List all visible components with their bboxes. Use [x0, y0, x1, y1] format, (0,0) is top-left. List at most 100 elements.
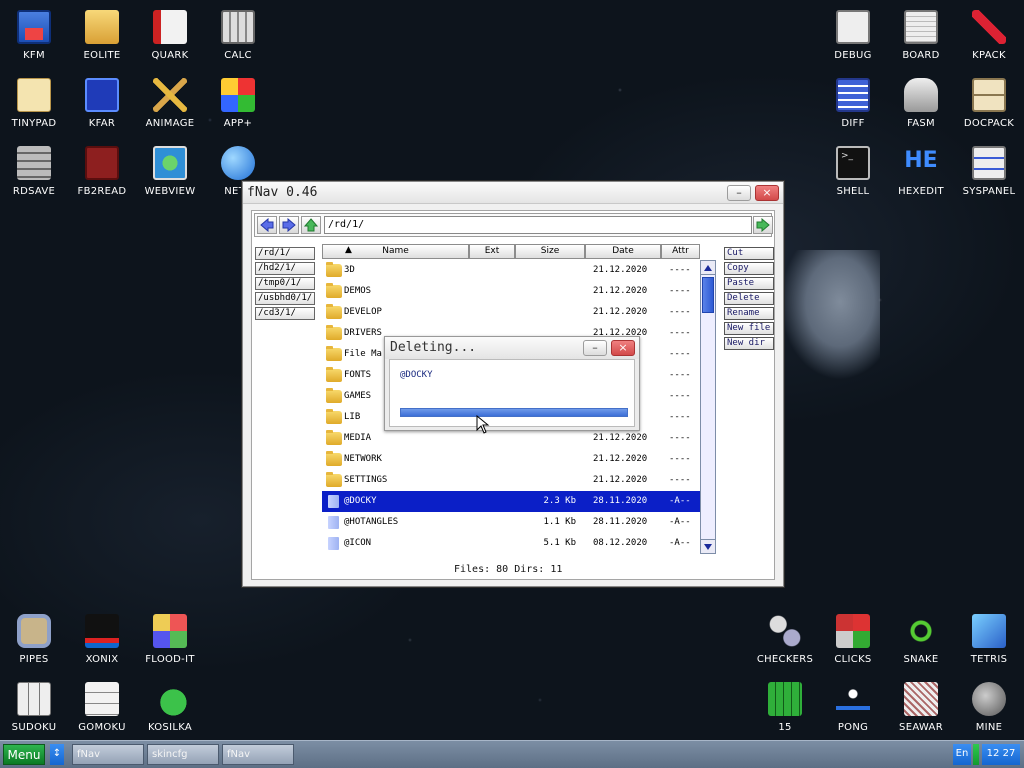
file-row[interactable]: SETTINGS 21.12.2020 ---- [322, 470, 700, 491]
desktop-icon-diff[interactable]: DIFF [819, 78, 887, 129]
wallpaper-tree [780, 250, 880, 380]
desktop-icon-kosilka[interactable]: KOSILKA [136, 682, 204, 733]
close-button[interactable]: × [755, 185, 779, 201]
desktop-icon-animage[interactable]: ANIMAGE [136, 78, 204, 129]
status-bar: Files: 80 Dirs: 11 [454, 564, 563, 575]
desktop-icon-quark[interactable]: QUARK [136, 10, 204, 61]
dialog-minimize-button[interactable]: – [583, 340, 607, 356]
paste-button[interactable]: Paste [724, 277, 774, 290]
vertical-scrollbar[interactable] [700, 260, 716, 554]
delete-button[interactable]: Delete [724, 292, 774, 305]
file-date: 21.12.2020 [593, 454, 648, 464]
file-date: 21.12.2020 [593, 286, 648, 296]
language-indicator[interactable]: En [953, 744, 971, 765]
desktop-icon-webview[interactable]: WEBVIEW [136, 146, 204, 197]
column-header-ext[interactable]: Ext [469, 244, 515, 259]
desktop-icon-board[interactable]: BOARD [887, 10, 955, 61]
menu-button[interactable]: Menu [3, 744, 45, 765]
desktop-icon-calc[interactable]: CALC [204, 10, 272, 61]
desktop-icon-tetris[interactable]: TETRIS [955, 614, 1023, 665]
desktop-icon-tinypad[interactable]: TINYPAD [0, 78, 68, 129]
desktop-icon-flood-it[interactable]: FLOOD-IT [136, 614, 204, 665]
desktop-icon-syspanel[interactable]: SYSPANEL [955, 146, 1023, 197]
folder-icon [326, 262, 342, 277]
column-header-attr[interactable]: Attr [661, 244, 700, 259]
drive-rd1[interactable]: /rd/1/ [255, 247, 315, 260]
desktop-icon-fasm[interactable]: FASM [887, 78, 955, 129]
window-switch-button[interactable]: ↕ [50, 744, 64, 765]
drive-cd3[interactable]: /cd3/1/ [255, 307, 315, 320]
desktop-icon-app-plus[interactable]: APP+ [204, 78, 272, 129]
new-dir-button[interactable]: New dir [724, 337, 774, 350]
file-row[interactable]: DEVELOP 21.12.2020 ---- [322, 302, 700, 323]
scroll-thumb[interactable] [702, 277, 714, 313]
file-attr: ---- [669, 307, 691, 317]
file-row[interactable]: @ICON 5.1 Kb 08.12.2020 -A-- [322, 533, 700, 554]
dialog-close-button[interactable]: × [611, 340, 635, 356]
desktop-icon-debug[interactable]: DEBUG [819, 10, 887, 61]
drive-tmp0[interactable]: /tmp0/1/ [255, 277, 315, 290]
file-date: 21.12.2020 [593, 265, 648, 275]
file-name: LIB [344, 412, 361, 422]
file-attr: ---- [669, 475, 691, 485]
minimize-button[interactable]: – [727, 185, 751, 201]
desktop-icon-kfm[interactable]: KFM [0, 10, 68, 61]
column-header-size[interactable]: Size [515, 244, 585, 259]
desktop-icon-kfar[interactable]: KFAR [68, 78, 136, 129]
desktop-icon-kpack[interactable]: KPACK [955, 10, 1023, 61]
desktop-icon-clicks[interactable]: CLICKS [819, 614, 887, 665]
task-fnav-2[interactable]: fNav [222, 744, 294, 765]
dialog-titlebar[interactable]: Deleting... – × [385, 337, 639, 359]
desktop-icon-shell[interactable]: >_ SHELL [819, 146, 887, 197]
forward-button[interactable] [279, 216, 299, 234]
desktop-icon-rdsave[interactable]: RDSAVE [0, 146, 68, 197]
task-fnav-1[interactable]: fNav [72, 744, 144, 765]
desktop-icon-pong[interactable]: PONG [819, 682, 887, 733]
go-button[interactable] [753, 216, 773, 234]
desktop-icon-pipes[interactable]: PIPES [0, 614, 68, 665]
scroll-up-button[interactable] [701, 261, 715, 275]
folder-icon [326, 451, 342, 466]
drive-hd2[interactable]: /hd2/1/ [255, 262, 315, 275]
cube-icon [221, 78, 255, 112]
copy-button[interactable]: Copy [724, 262, 774, 275]
file-row[interactable]: 3D 21.12.2020 ---- [322, 260, 700, 281]
desktop-icon-seawar[interactable]: SEAWAR [887, 682, 955, 733]
folder-icon [326, 430, 342, 445]
file-attr: ---- [669, 328, 691, 338]
desktop-icon-snake[interactable]: SNAKE [887, 614, 955, 665]
file-row[interactable]: @DOCKY 2.3 Kb 28.11.2020 -A-- [322, 491, 700, 512]
desktop-icon-fb2read[interactable]: FB2READ [68, 146, 136, 197]
fnav-titlebar[interactable]: fNav 0.46 – × [243, 182, 783, 204]
desktop-icon-hexedit[interactable]: HE HEXEDIT [887, 146, 955, 197]
triangle-up-icon [704, 265, 712, 271]
desktop-icon-eolite[interactable]: EOLITE [68, 10, 136, 61]
folder-icon [326, 367, 342, 382]
desktop-icon-xonix[interactable]: XONIX [68, 614, 136, 665]
sudoku-grid-icon [17, 682, 51, 716]
task-skincfg[interactable]: skincfg [147, 744, 219, 765]
rename-button[interactable]: Rename [724, 307, 774, 320]
cut-button[interactable]: Cut [724, 247, 774, 260]
scroll-down-button[interactable] [701, 539, 715, 553]
desktop-icon-15[interactable]: 15 [751, 682, 819, 733]
desktop-icon-checkers[interactable]: CHECKERS [751, 614, 819, 665]
file-attr: -A-- [669, 496, 691, 506]
file-row[interactable]: @HOTANGLES 1.1 Kb 28.11.2020 -A-- [322, 512, 700, 533]
taskbar: Menu ↕ fNav skincfg fNav En 12 27 [0, 740, 1024, 768]
file-row[interactable]: DEMOS 21.12.2020 ---- [322, 281, 700, 302]
drive-usbhd0[interactable]: /usbhd0/1/ [255, 292, 315, 305]
desktop-icon-docpack[interactable]: DOCPACK [955, 78, 1023, 129]
cabinet-icon [972, 78, 1006, 112]
column-header-date[interactable]: Date [585, 244, 661, 259]
back-button[interactable] [257, 216, 277, 234]
column-header-name[interactable]: ▲ Name [322, 244, 469, 259]
desktop-icon-mine[interactable]: MINE [955, 682, 1023, 733]
file-row[interactable]: NETWORK 21.12.2020 ---- [322, 449, 700, 470]
file-row[interactable]: MEDIA 21.12.2020 ---- [322, 428, 700, 449]
path-input[interactable]: /rd/1/ [324, 216, 752, 234]
new-file-button[interactable]: New file [724, 322, 774, 335]
up-button[interactable] [301, 216, 321, 234]
desktop-icon-sudoku[interactable]: SUDOKU [0, 682, 68, 733]
desktop-icon-gomoku[interactable]: GOMOKU [68, 682, 136, 733]
